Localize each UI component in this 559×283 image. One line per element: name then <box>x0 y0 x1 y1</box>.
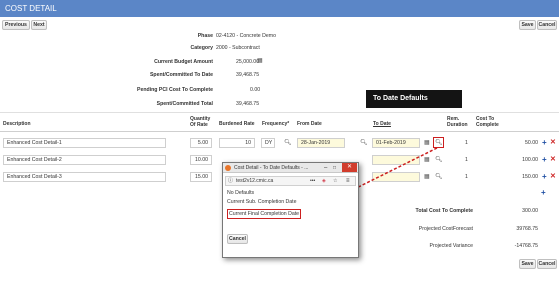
col-to-date: To Date <box>373 121 391 127</box>
col-rem-duration: Rem. Duration <box>447 116 468 128</box>
header-divider <box>0 112 559 113</box>
calculator-icon[interactable]: ▦ <box>257 57 263 65</box>
row2-cost: 100.00 <box>522 157 538 163</box>
page-title: COST DETAIL <box>0 0 559 17</box>
popup-close-button[interactable]: ✕ <box>342 163 357 172</box>
row2-description-input[interactable]: Enhanced Cost Detail-2 <box>3 155 166 165</box>
category-label: Category <box>190 45 214 51</box>
add-row-icon[interactable]: + <box>542 139 547 147</box>
row2-rem-duration: 1 <box>465 157 468 163</box>
pocket-icon[interactable]: ◈ <box>322 177 326 185</box>
total-value: 39,468.75 <box>236 101 260 107</box>
spent-label: Spent/Committed To Date <box>149 72 213 78</box>
popup-option-sub-completion[interactable]: Current Sub. Completion Date <box>227 199 297 206</box>
search-icon[interactable]: 🔍︎ <box>435 156 443 164</box>
col-quantity: Quantity Of Rate <box>190 116 211 128</box>
add-new-row-icon[interactable]: + <box>541 189 546 197</box>
header-bottom-divider <box>0 131 559 132</box>
popup-option-final-completion[interactable]: Current Final Completion Date <box>227 209 302 219</box>
col-frequency: Frequency* <box>262 121 290 127</box>
popup-cancel-button[interactable]: Cancel <box>227 234 248 244</box>
row3-rem-duration: 1 <box>465 174 468 180</box>
col-description: Description <box>3 121 31 127</box>
next-button[interactable]: Next <box>31 20 47 30</box>
variance-value: -14768.75 <box>514 243 538 249</box>
to-date-defaults-popup: Cost Detail - To Date Defaults - ... – □… <box>222 162 359 258</box>
delete-row-icon[interactable]: ✕ <box>550 173 556 181</box>
popup-titlebar: Cost Detail - To Date Defaults - ... – □… <box>223 163 358 173</box>
popup-urlbar[interactable]: ⓘ test2v12.cmic.ca ••• ◈ ☆ ≡ <box>225 176 356 186</box>
popup-maximize-button[interactable]: □ <box>333 164 336 172</box>
row3-cost: 150.00 <box>522 174 538 180</box>
popup-url: test2v12.cmic.ca <box>236 178 274 184</box>
col-cost-to-complete: Cost To Complete <box>476 116 499 128</box>
delete-row-icon[interactable]: ✕ <box>550 156 556 164</box>
previous-button[interactable]: Previous <box>2 20 30 30</box>
to-date-search-icon[interactable]: 🔍︎ <box>435 139 443 147</box>
budget-value: 25,000.00 <box>236 59 260 65</box>
calendar-icon[interactable]: ▦ <box>424 139 430 147</box>
more-icon[interactable]: ••• <box>310 177 315 185</box>
row2-to-date-input[interactable] <box>372 155 420 165</box>
calendar-icon[interactable]: ▦ <box>424 156 430 164</box>
category-value: 2000 - Subcontract <box>216 45 260 51</box>
phase-value: 02-4120 - Concrete Demo <box>216 33 276 39</box>
row1-cost: 50.00 <box>525 140 538 146</box>
cancel-button-top[interactable]: Cancel <box>537 20 557 30</box>
row1-quantity-input[interactable]: 5.00 <box>190 138 212 148</box>
cancel-button-bottom[interactable]: Cancel <box>537 259 557 269</box>
row1-burdened-input[interactable]: 10 <box>219 138 255 148</box>
total-cost-value: 300.00 <box>522 208 538 214</box>
info-icon: ⓘ <box>228 178 234 184</box>
firefox-icon <box>225 165 231 171</box>
row3-description-input[interactable]: Enhanced Cost Detail-3 <box>3 172 166 182</box>
bookmark-icon[interactable]: ☆ <box>333 177 337 185</box>
row1-to-date-input[interactable]: 01-Feb-2019 <box>372 138 420 148</box>
row1-rem-duration: 1 <box>465 140 468 146</box>
search-icon[interactable]: 🔍︎ <box>435 173 443 181</box>
save-button-top[interactable]: Save <box>519 20 536 30</box>
forecast-label: Projected CostForecast <box>418 226 473 232</box>
row1-frequency-input[interactable]: DY <box>261 138 275 148</box>
phase-label: Phase <box>197 33 213 39</box>
pending-value: 0.00 <box>250 87 261 93</box>
calendar-icon[interactable]: ▦ <box>424 173 430 181</box>
variance-label: Projected Variance <box>429 243 473 249</box>
row2-quantity-input[interactable]: 10.00 <box>190 155 212 165</box>
popup-title: Cost Detail - To Date Defaults - ... <box>234 165 309 171</box>
col-from-date: From Date <box>297 121 322 127</box>
save-button-bottom[interactable]: Save <box>519 259 536 269</box>
spent-value: 39,468.75 <box>236 72 260 78</box>
add-row-icon[interactable]: + <box>542 173 547 181</box>
total-cost-label: Total Cost To Complete <box>415 208 473 214</box>
delete-row-icon[interactable]: ✕ <box>550 139 556 147</box>
frequency-search-icon[interactable]: 🔍︎ <box>284 139 292 147</box>
budget-label: Current Budget Amount <box>154 59 213 65</box>
from-date-search-icon[interactable]: 🔍︎ <box>360 139 368 147</box>
col-burdened: Burdened Rate <box>219 121 255 127</box>
popup-minimize-button[interactable]: – <box>324 164 327 172</box>
menu-icon[interactable]: ≡ <box>346 177 350 185</box>
popup-option-no-defaults[interactable]: No Defaults <box>227 190 254 197</box>
total-label: Spent/Committed Total <box>156 101 213 107</box>
row1-description-input[interactable]: Enhanced Cost Detail-1 <box>3 138 166 148</box>
pending-label: Pending PCI Cost To Complete <box>137 87 213 93</box>
row3-quantity-input[interactable]: 15.00 <box>190 172 212 182</box>
row3-to-date-input[interactable] <box>372 172 420 182</box>
forecast-value: 39768.75 <box>516 226 538 232</box>
row1-from-date-input[interactable]: 28-Jan-2019 <box>297 138 345 148</box>
to-date-defaults-callout: To Date Defaults <box>366 90 462 108</box>
add-row-icon[interactable]: + <box>542 156 547 164</box>
